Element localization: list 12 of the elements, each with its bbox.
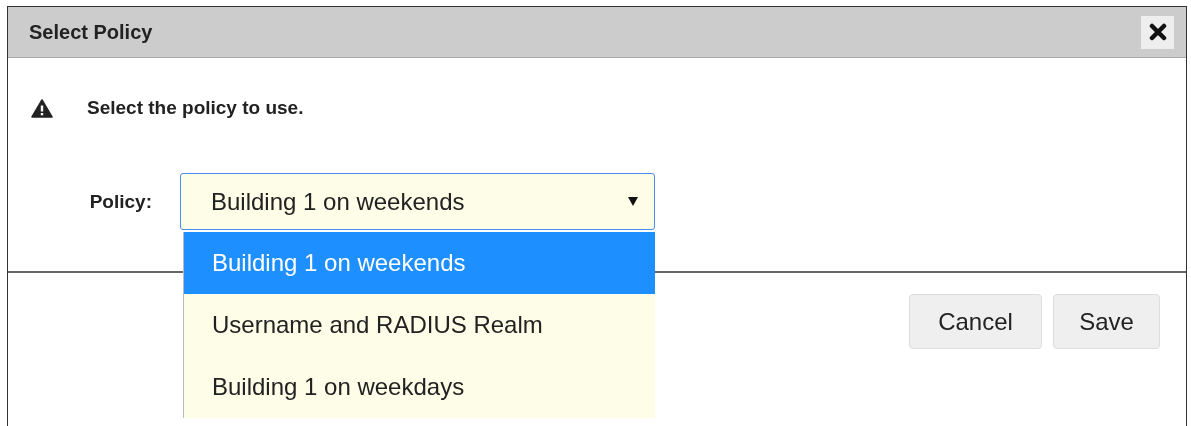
close-icon xyxy=(1148,23,1167,41)
policy-select[interactable]: Building 1 on weekends xyxy=(180,173,655,230)
dropdown-option[interactable]: Building 1 on weekdays xyxy=(184,356,655,418)
dropdown-option[interactable]: Username and RADIUS Realm xyxy=(184,294,655,356)
field-label: Policy: xyxy=(88,190,152,213)
close-button[interactable] xyxy=(1141,15,1174,49)
message-text: Select the policy to use. xyxy=(87,97,304,119)
caret-icon xyxy=(628,197,638,206)
dialog-title: Select Policy xyxy=(29,20,153,44)
warning-icon xyxy=(31,98,53,118)
dialog-button[interactable]: Cancel xyxy=(909,294,1042,349)
dialog-button[interactable]: Save xyxy=(1053,294,1160,349)
